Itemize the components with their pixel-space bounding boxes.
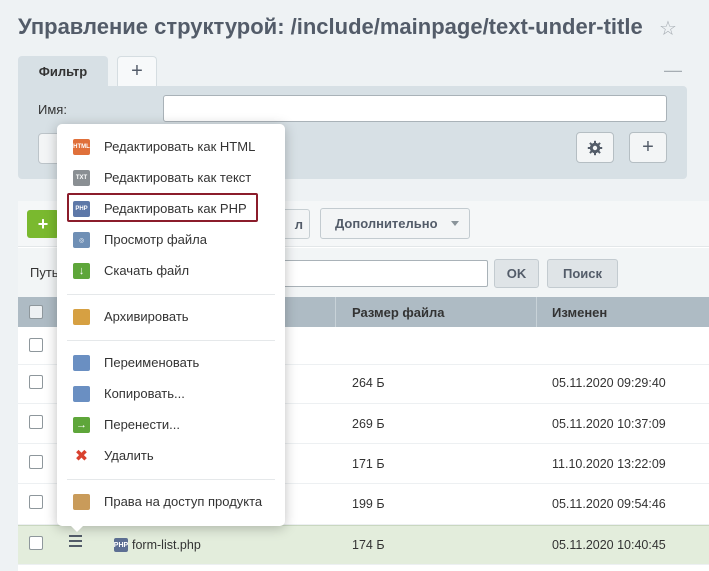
menu-item-edit-text[interactable]: Редактировать как текст [104,170,251,185]
menu-separator [67,294,275,295]
context-menu-arrow [69,524,85,532]
row-modified: 11.10.2020 13:22:09 [552,457,666,471]
menu-item-copy[interactable]: Копировать... [104,386,185,401]
menu-item-archive[interactable]: Архивировать [104,309,189,324]
row-filename[interactable]: form-list.php [132,538,201,552]
column-header-modified[interactable]: Изменен [552,297,607,327]
chevron-down-icon [451,221,459,226]
extra-label: Дополнительно [335,216,438,231]
row-modified: 05.11.2020 10:40:45 [552,538,666,552]
row-modified: 05.11.2020 09:29:40 [552,376,666,390]
search-button[interactable]: Поиск [547,259,618,288]
menu-item-access-rights[interactable]: Права на доступ продукта [104,494,262,509]
row-modified: 05.11.2020 10:37:09 [552,417,666,431]
row-checkbox[interactable] [29,415,43,429]
path-label: Путь [30,265,59,280]
column-header-size[interactable]: Размер файла [352,297,445,327]
filter-tab[interactable]: Фильтр [18,56,108,86]
move-icon: → [73,417,90,433]
row-checkbox[interactable] [29,536,43,550]
rename-icon [73,355,90,371]
access-rights-icon [73,494,90,510]
row-modified: 05.11.2020 09:54:46 [552,497,666,511]
star-icon[interactable]: ☆ [659,16,677,41]
menu-edit-html-icon: HTML [73,139,90,155]
menu-item-view-file[interactable]: Просмотр файла [104,232,207,247]
row-size: 174 Б [352,538,385,552]
delete-icon: ✖ [74,448,89,465]
menu-item-move[interactable]: Перенести... [104,417,180,432]
menu-separator [67,340,275,341]
menu-item-download[interactable]: Скачать файл [104,263,189,278]
add-button[interactable]: + [27,210,59,238]
menu-item-edit-html[interactable]: Редактировать как HTML [104,139,255,154]
row-checkbox[interactable] [29,455,43,469]
download-icon: ↓ [73,263,90,279]
copy-icon [73,386,90,402]
row-actions-menu-icon[interactable] [69,535,82,550]
menu-separator [67,479,275,480]
menu-item-delete[interactable]: Удалить [104,448,154,463]
archive-icon [73,309,90,325]
filter-add-button[interactable]: + [629,132,667,163]
filter-name-label: Имя: [38,102,67,117]
menu-edit-text-icon: TXT [73,170,90,186]
view-file-icon: ◎ [73,232,90,248]
row-size: 264 Б [352,376,385,390]
row-size: 171 Б [352,457,385,471]
ok-button[interactable]: OK [494,259,539,288]
header-separator [536,297,537,327]
menu-edit-php-icon: PHP [73,201,90,217]
path-input[interactable] [275,260,488,287]
filter-name-input[interactable] [163,95,667,122]
menu-item-rename[interactable]: Переименовать [104,355,199,370]
row-checkbox[interactable] [29,375,43,389]
extra-dropdown-button[interactable]: Дополнительно [320,208,470,239]
page-title: Управление структурой: /include/mainpage… [18,14,643,39]
filter-collapse-icon[interactable]: — [664,60,682,81]
row-size: 269 Б [352,417,385,431]
gear-icon [587,140,603,155]
select-all-checkbox[interactable] [29,305,43,319]
row-checkbox[interactable] [29,338,43,352]
php-file-icon: PHP [114,538,128,552]
header-separator [335,297,336,327]
row-size: 199 Б [352,497,385,511]
menu-item-edit-php[interactable]: Редактировать как PHP [104,201,247,216]
row-checkbox[interactable] [29,495,43,509]
filter-settings-button[interactable] [576,132,614,163]
add-filter-tab-button[interactable]: + [117,56,157,86]
